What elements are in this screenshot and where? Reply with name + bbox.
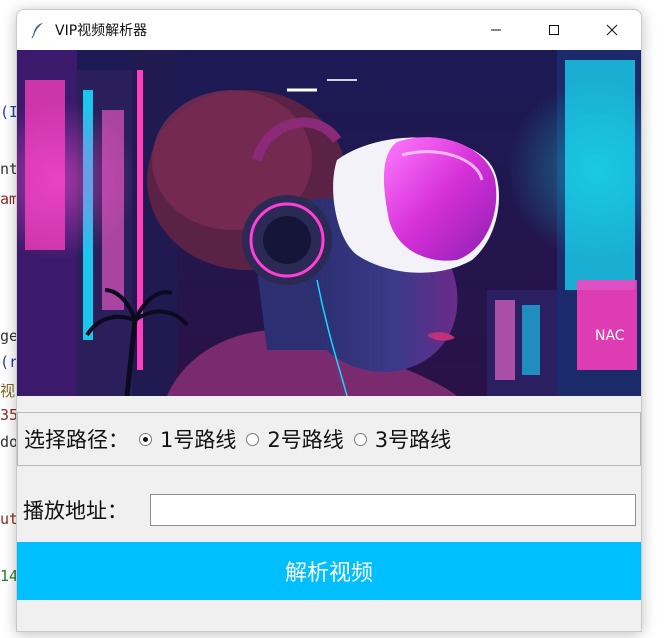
route-option-label[interactable]: 3号路线 <box>375 424 451 454</box>
route-option-1[interactable]: 1号路线 <box>139 424 236 454</box>
hero-image: NAC <box>17 50 641 396</box>
parse-video-button[interactable]: 解析视频 <box>17 542 641 600</box>
route-option-label[interactable]: 2号路线 <box>267 424 343 454</box>
close-button[interactable] <box>583 10 641 50</box>
app-window: VIP视频解析器 NAC 选择路径： 1号路线 2号路线 3号路线 播放地址： … <box>16 9 642 632</box>
editor-fragment: 视 <box>0 382 16 400</box>
route-option-3[interactable]: 3号路线 <box>353 424 451 454</box>
window-title: VIP视频解析器 <box>55 23 148 39</box>
title-bar[interactable]: VIP视频解析器 <box>17 10 641 50</box>
maximize-button[interactable] <box>525 10 583 50</box>
play-url-input[interactable] <box>150 494 636 526</box>
minimize-icon <box>491 29 501 31</box>
feather-icon <box>31 23 43 39</box>
svg-text:NAC: NAC <box>595 328 625 344</box>
radio-icon[interactable] <box>246 432 260 446</box>
radio-icon[interactable] <box>353 432 367 446</box>
background-editor-bottom-line <box>0 620 666 638</box>
route-option-2[interactable]: 2号路线 <box>246 424 344 454</box>
minimize-button[interactable] <box>467 10 525 50</box>
cyberpunk-vr-illustration: NAC <box>17 50 641 396</box>
route-option-label[interactable]: 1号路线 <box>160 424 236 454</box>
maximize-icon <box>549 25 559 35</box>
close-icon <box>606 24 618 36</box>
route-label: 选择路径： <box>24 428 129 452</box>
play-url-row: 播放地址： <box>17 492 641 528</box>
radio-selected-icon[interactable] <box>139 432 152 446</box>
play-url-label: 播放地址： <box>23 499 128 523</box>
route-selector: 选择路径： 1号路线 2号路线 3号路线 <box>17 412 641 466</box>
